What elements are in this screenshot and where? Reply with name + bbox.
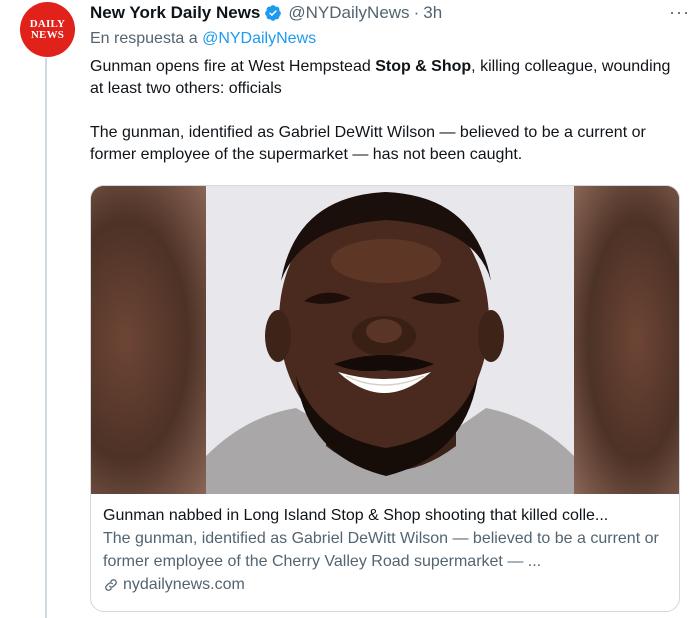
thread-connector-line — [45, 58, 47, 618]
avatar[interactable]: DAILY NEWS — [20, 2, 75, 57]
tweet-bold-text: Stop & Shop — [375, 58, 472, 75]
tweet-text: Gunman opens fire at West Hempstead Stop… — [90, 56, 685, 166]
avatar-text-line2: NEWS — [30, 28, 65, 41]
image-blur-right — [574, 186, 679, 494]
tweet-paragraph-1: Gunman opens fire at West Hempstead Stop… — [90, 56, 685, 100]
separator-dot: · — [413, 3, 420, 22]
card-domain-text[interactable]: nydailynews.com — [123, 573, 245, 596]
tweet-text-part: Gunman opens fire at West Hempstead — [90, 58, 376, 75]
tweet-paragraph-2: The gunman, identified as Gabriel DeWitt… — [90, 124, 646, 163]
more-options-icon[interactable]: ··· — [669, 2, 690, 23]
card-text[interactable]: Gunman nabbed in Long Island Stop & Shop… — [91, 494, 679, 596]
link-preview-card[interactable]: Gunman nabbed in Long Island Stop & Shop… — [90, 185, 680, 612]
card-description: The gunman, identified as Gabriel DeWitt… — [103, 530, 659, 570]
verified-badge-icon — [265, 5, 282, 21]
link-icon — [105, 578, 117, 591]
account-name[interactable]: New York Daily News — [90, 3, 260, 23]
reply-context: En respuesta a @NYDailyNews — [90, 30, 685, 52]
tweet-header: New York Daily News @NYDailyNews · 3h ··… — [90, 0, 689, 26]
card-image[interactable] — [91, 186, 679, 494]
reply-mention-link[interactable]: @NYDailyNews — [202, 30, 316, 47]
tweet-timestamp[interactable]: 3h — [423, 3, 442, 23]
tweet-content: New York Daily News @NYDailyNews · 3h ··… — [90, 0, 689, 612]
account-handle[interactable]: @NYDailyNews — [288, 3, 409, 23]
card-domain[interactable]: nydailynews.com — [103, 573, 667, 596]
portrait-photo — [206, 186, 574, 494]
reply-prefix: En respuesta a — [90, 30, 198, 47]
card-title[interactable]: Gunman nabbed in Long Island Stop & Shop… — [103, 504, 667, 527]
portrait-illustration — [206, 192, 574, 494]
avatar-text-line1: DAILY — [29, 17, 66, 30]
image-blur-left — [91, 186, 206, 494]
